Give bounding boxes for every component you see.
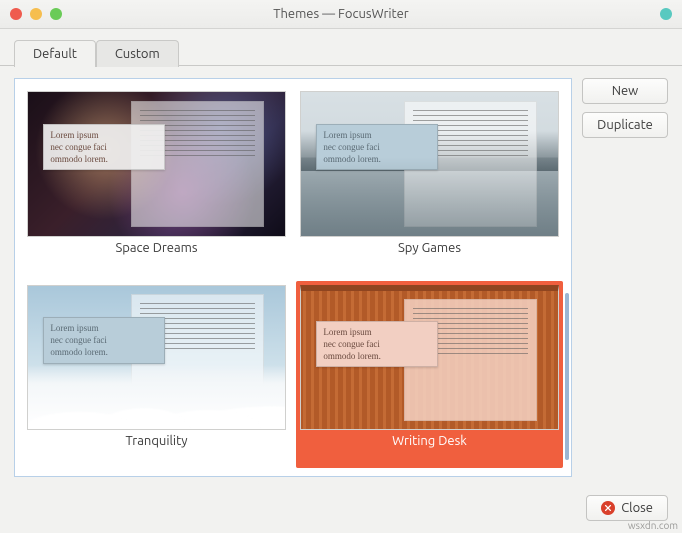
- theme-space-dreams[interactable]: Lorem ipsumnec congue faciommodo lorem. S…: [23, 87, 290, 275]
- document-preview: [404, 101, 538, 227]
- lorem-line: Lorem ipsum: [50, 129, 158, 141]
- lorem-line: Lorem ipsum: [323, 326, 431, 338]
- theme-label: Writing Desk: [392, 430, 467, 450]
- lorem-line: nec congue faci: [50, 141, 158, 153]
- theme-thumbnail: Lorem ipsumnec congue faciommodo lorem.: [27, 91, 286, 237]
- window-controls: [10, 8, 62, 20]
- scrollbar[interactable]: [565, 293, 569, 460]
- tab-default[interactable]: Default: [14, 40, 96, 67]
- lorem-overlay: Lorem ipsumnec congue faciommodo lorem.: [316, 321, 438, 367]
- theme-label: Space Dreams: [115, 237, 197, 257]
- lorem-overlay: Lorem ipsumnec congue faciommodo lorem.: [43, 317, 165, 363]
- lorem-overlay: Lorem ipsumnec congue faciommodo lorem.: [43, 124, 165, 170]
- close-icon: [601, 501, 615, 515]
- lorem-line: ommodo lorem.: [323, 350, 431, 362]
- tab-bar: Default Custom: [0, 29, 682, 66]
- titlebar-accent-icon: [660, 8, 672, 20]
- lorem-line: Lorem ipsum: [50, 322, 158, 334]
- titlebar: Themes — FocusWriter: [0, 0, 682, 29]
- lorem-overlay: Lorem ipsumnec congue faciommodo lorem.: [316, 124, 438, 170]
- theme-label: Tranquility: [126, 430, 188, 450]
- theme-spy-games[interactable]: Lorem ipsumnec congue faciommodo lorem. S…: [296, 87, 563, 275]
- lorem-line: nec congue faci: [323, 141, 431, 153]
- window-title: Themes — FocusWriter: [0, 7, 682, 21]
- lorem-line: ommodo lorem.: [50, 153, 158, 165]
- close-button-label: Close: [621, 501, 653, 515]
- new-button[interactable]: New: [582, 78, 668, 104]
- duplicate-button[interactable]: Duplicate: [582, 112, 668, 138]
- theme-thumbnail: Lorem ipsumnec congue faciommodo lorem.: [300, 285, 559, 431]
- tab-custom[interactable]: Custom: [96, 40, 179, 67]
- lorem-line: ommodo lorem.: [323, 153, 431, 165]
- theme-tranquility[interactable]: Lorem ipsumnec congue faciommodo lorem. T…: [23, 281, 290, 469]
- theme-gallery: Lorem ipsumnec congue faciommodo lorem.S…: [14, 78, 572, 477]
- theme-thumbnail: Lorem ipsumnec congue faciommodo lorem.: [300, 91, 559, 237]
- dialog-body: Lorem ipsumnec congue faciommodo lorem.S…: [0, 65, 682, 487]
- themes-dialog: Themes — FocusWriter Default Custom Lore…: [0, 0, 682, 533]
- maximize-window-icon[interactable]: [50, 8, 62, 20]
- close-window-icon[interactable]: [10, 8, 22, 20]
- lorem-line: nec congue faci: [323, 338, 431, 350]
- theme-writing-desk[interactable]: Lorem ipsumnec congue faciommodo lorem. W…: [296, 281, 563, 469]
- lorem-line: Lorem ipsum: [323, 129, 431, 141]
- lorem-line: ommodo lorem.: [50, 346, 158, 358]
- side-button-column: New Duplicate: [582, 78, 668, 477]
- dialog-footer: Close: [0, 487, 682, 533]
- lorem-line: nec congue faci: [50, 334, 158, 346]
- minimize-window-icon[interactable]: [30, 8, 42, 20]
- theme-thumbnail: Lorem ipsumnec congue faciommodo lorem.: [27, 285, 286, 431]
- close-button[interactable]: Close: [586, 495, 668, 521]
- theme-label: Spy Games: [398, 237, 461, 257]
